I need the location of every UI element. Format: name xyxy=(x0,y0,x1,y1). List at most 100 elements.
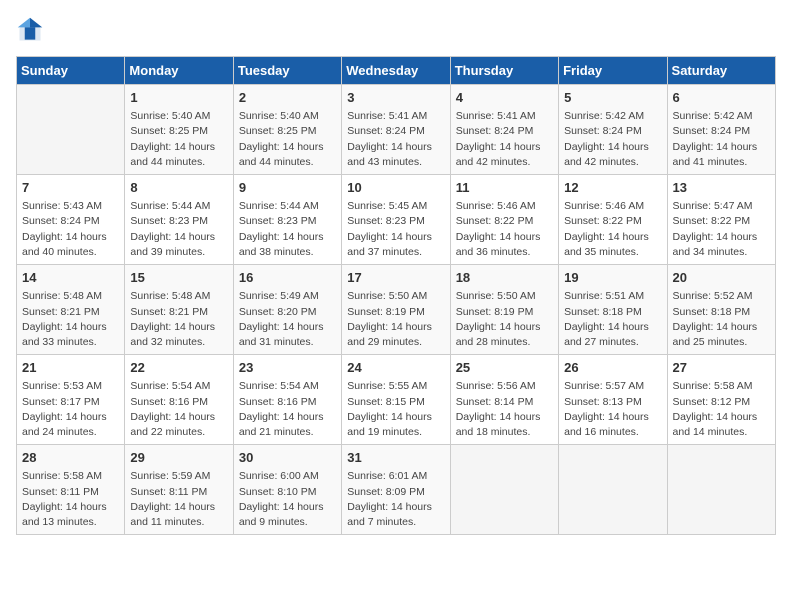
day-number: 3 xyxy=(347,89,444,107)
day-info: Sunrise: 5:42 AM Sunset: 8:24 PM Dayligh… xyxy=(673,109,770,170)
table-row: 17 Sunrise: 5:50 AM Sunset: 8:19 PM Dayli… xyxy=(342,265,450,355)
table-row: 1Sunrise: 5:40 AM Sunset: 8:25 PM Daylig… xyxy=(125,85,233,175)
table-row: 19Sunrise: 5:51 AM Sunset: 8:18 PM Dayli… xyxy=(559,265,667,355)
table-row: 9 Sunrise: 5:44 AM Sunset: 8:23 PM Daylig… xyxy=(233,175,341,265)
day-info: Sunrise: 5:58 AM Sunset: 8:12 PM Dayligh… xyxy=(673,379,770,440)
day-number: 25 xyxy=(456,359,553,377)
day-info: Sunrise: 5:50 AM Sunset: 8:19 PM Dayligh… xyxy=(347,289,444,350)
header-monday: Monday xyxy=(125,57,233,85)
day-info: Sunrise: 5:41 AM Sunset: 8:24 PM Dayligh… xyxy=(456,109,553,170)
week-row-2: 7 Sunrise: 5:43 AM Sunset: 8:24 PM Daylig… xyxy=(17,175,776,265)
table-row: 8Sunrise: 5:44 AM Sunset: 8:23 PM Daylig… xyxy=(125,175,233,265)
day-info: Sunrise: 5:47 AM Sunset: 8:22 PM Dayligh… xyxy=(673,199,770,260)
day-number: 17 xyxy=(347,269,444,287)
day-number: 10 xyxy=(347,179,444,197)
day-info: Sunrise: 5:48 AM Sunset: 8:21 PM Dayligh… xyxy=(22,289,119,350)
table-row: 2 Sunrise: 5:40 AM Sunset: 8:25 PM Daylig… xyxy=(233,85,341,175)
header-saturday: Saturday xyxy=(667,57,775,85)
day-info: Sunrise: 5:46 AM Sunset: 8:22 PM Dayligh… xyxy=(456,199,553,260)
table-row xyxy=(667,445,775,535)
table-row: 26 Sunrise: 5:57 AM Sunset: 8:13 PM Dayli… xyxy=(559,355,667,445)
day-info: Sunrise: 5:59 AM Sunset: 8:11 PM Dayligh… xyxy=(130,469,227,530)
day-number: 16 xyxy=(239,269,336,287)
table-row: 3 Sunrise: 5:41 AM Sunset: 8:24 PM Daylig… xyxy=(342,85,450,175)
table-row: 23 Sunrise: 5:54 AM Sunset: 8:16 PM Dayli… xyxy=(233,355,341,445)
calendar-table: SundayMondayTuesdayWednesdayThursdayFrid… xyxy=(16,56,776,535)
day-number: 23 xyxy=(239,359,336,377)
week-row-3: 14 Sunrise: 5:48 AM Sunset: 8:21 PM Dayli… xyxy=(17,265,776,355)
day-info: Sunrise: 5:51 AM Sunset: 8:18 PM Dayligh… xyxy=(564,289,661,350)
day-number: 12 xyxy=(564,179,661,197)
header-tuesday: Tuesday xyxy=(233,57,341,85)
day-info: Sunrise: 5:44 AM Sunset: 8:23 PM Dayligh… xyxy=(239,199,336,260)
table-row: 31 Sunrise: 6:01 AM Sunset: 8:09 PM Dayli… xyxy=(342,445,450,535)
day-info: Sunrise: 5:49 AM Sunset: 8:20 PM Dayligh… xyxy=(239,289,336,350)
table-row: 22 Sunrise: 5:54 AM Sunset: 8:16 PM Dayli… xyxy=(125,355,233,445)
day-number: 20 xyxy=(673,269,770,287)
table-row: 14 Sunrise: 5:48 AM Sunset: 8:21 PM Dayli… xyxy=(17,265,125,355)
table-row: 21Sunrise: 5:53 AM Sunset: 8:17 PM Dayli… xyxy=(17,355,125,445)
day-number: 31 xyxy=(347,449,444,467)
logo-icon xyxy=(16,16,44,44)
day-number: 9 xyxy=(239,179,336,197)
table-row: 6 Sunrise: 5:42 AM Sunset: 8:24 PM Daylig… xyxy=(667,85,775,175)
day-number: 15 xyxy=(130,269,227,287)
day-info: Sunrise: 5:41 AM Sunset: 8:24 PM Dayligh… xyxy=(347,109,444,170)
day-info: Sunrise: 6:00 AM Sunset: 8:10 PM Dayligh… xyxy=(239,469,336,530)
day-info: Sunrise: 5:40 AM Sunset: 8:25 PM Dayligh… xyxy=(239,109,336,170)
table-row xyxy=(559,445,667,535)
day-number: 24 xyxy=(347,359,444,377)
calendar-header-row: SundayMondayTuesdayWednesdayThursdayFrid… xyxy=(17,57,776,85)
day-info: Sunrise: 5:54 AM Sunset: 8:16 PM Dayligh… xyxy=(239,379,336,440)
day-info: Sunrise: 5:56 AM Sunset: 8:14 PM Dayligh… xyxy=(456,379,553,440)
day-info: Sunrise: 5:52 AM Sunset: 8:18 PM Dayligh… xyxy=(673,289,770,350)
day-number: 27 xyxy=(673,359,770,377)
day-number: 2 xyxy=(239,89,336,107)
day-number: 18 xyxy=(456,269,553,287)
day-info: Sunrise: 5:46 AM Sunset: 8:22 PM Dayligh… xyxy=(564,199,661,260)
table-row: 16 Sunrise: 5:49 AM Sunset: 8:20 PM Dayli… xyxy=(233,265,341,355)
table-row: 12 Sunrise: 5:46 AM Sunset: 8:22 PM Dayli… xyxy=(559,175,667,265)
header-sunday: Sunday xyxy=(17,57,125,85)
day-info: Sunrise: 6:01 AM Sunset: 8:09 PM Dayligh… xyxy=(347,469,444,530)
day-number: 8 xyxy=(130,179,227,197)
week-row-5: 28Sunrise: 5:58 AM Sunset: 8:11 PM Dayli… xyxy=(17,445,776,535)
day-info: Sunrise: 5:50 AM Sunset: 8:19 PM Dayligh… xyxy=(456,289,553,350)
table-row xyxy=(17,85,125,175)
day-number: 6 xyxy=(673,89,770,107)
table-row: 25 Sunrise: 5:56 AM Sunset: 8:14 PM Dayli… xyxy=(450,355,558,445)
table-row: 29Sunrise: 5:59 AM Sunset: 8:11 PM Dayli… xyxy=(125,445,233,535)
table-row: 10 Sunrise: 5:45 AM Sunset: 8:23 PM Dayli… xyxy=(342,175,450,265)
logo xyxy=(16,16,48,44)
table-row: 11 Sunrise: 5:46 AM Sunset: 8:22 PM Dayli… xyxy=(450,175,558,265)
day-number: 28 xyxy=(22,449,119,467)
day-number: 30 xyxy=(239,449,336,467)
header-wednesday: Wednesday xyxy=(342,57,450,85)
table-row: 15 Sunrise: 5:48 AM Sunset: 8:21 PM Dayli… xyxy=(125,265,233,355)
table-row: 28Sunrise: 5:58 AM Sunset: 8:11 PM Dayli… xyxy=(17,445,125,535)
day-number: 22 xyxy=(130,359,227,377)
table-row: 13 Sunrise: 5:47 AM Sunset: 8:22 PM Dayli… xyxy=(667,175,775,265)
day-number: 26 xyxy=(564,359,661,377)
day-number: 4 xyxy=(456,89,553,107)
table-row: 18 Sunrise: 5:50 AM Sunset: 8:19 PM Dayli… xyxy=(450,265,558,355)
day-info: Sunrise: 5:48 AM Sunset: 8:21 PM Dayligh… xyxy=(130,289,227,350)
day-number: 14 xyxy=(22,269,119,287)
table-row: 20 Sunrise: 5:52 AM Sunset: 8:18 PM Dayli… xyxy=(667,265,775,355)
day-number: 21 xyxy=(22,359,119,377)
table-row: 24Sunrise: 5:55 AM Sunset: 8:15 PM Dayli… xyxy=(342,355,450,445)
day-info: Sunrise: 5:45 AM Sunset: 8:23 PM Dayligh… xyxy=(347,199,444,260)
table-row: 30 Sunrise: 6:00 AM Sunset: 8:10 PM Dayli… xyxy=(233,445,341,535)
day-number: 13 xyxy=(673,179,770,197)
day-number: 11 xyxy=(456,179,553,197)
day-info: Sunrise: 5:54 AM Sunset: 8:16 PM Dayligh… xyxy=(130,379,227,440)
table-row: 7 Sunrise: 5:43 AM Sunset: 8:24 PM Daylig… xyxy=(17,175,125,265)
day-info: Sunrise: 5:42 AM Sunset: 8:24 PM Dayligh… xyxy=(564,109,661,170)
day-info: Sunrise: 5:40 AM Sunset: 8:25 PM Dayligh… xyxy=(130,109,227,170)
week-row-4: 21Sunrise: 5:53 AM Sunset: 8:17 PM Dayli… xyxy=(17,355,776,445)
day-info: Sunrise: 5:57 AM Sunset: 8:13 PM Dayligh… xyxy=(564,379,661,440)
table-row: 4 Sunrise: 5:41 AM Sunset: 8:24 PM Daylig… xyxy=(450,85,558,175)
day-number: 7 xyxy=(22,179,119,197)
table-row xyxy=(450,445,558,535)
day-info: Sunrise: 5:43 AM Sunset: 8:24 PM Dayligh… xyxy=(22,199,119,260)
